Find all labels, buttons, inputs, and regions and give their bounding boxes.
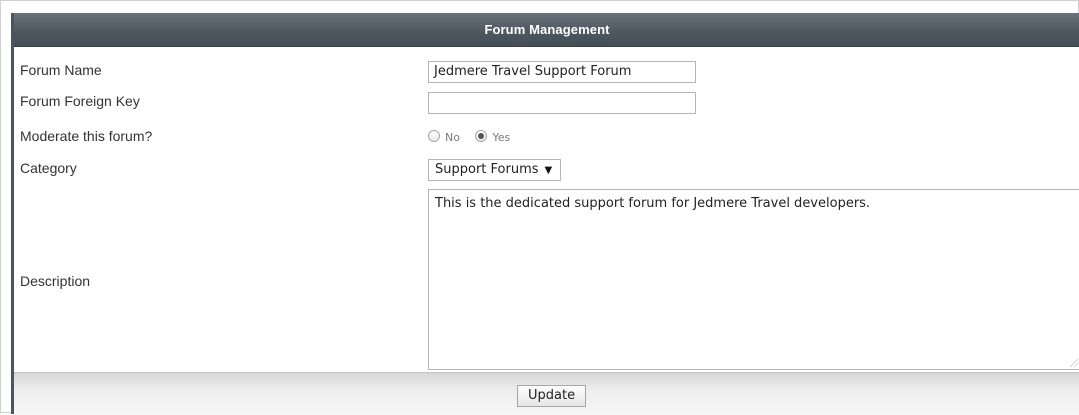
resize-grip-icon[interactable]	[1070, 359, 1078, 367]
forum-name-input[interactable]: Jedmere Travel Support Forum	[428, 61, 696, 83]
panel-header: Forum Management	[14, 13, 1079, 47]
moderate-no-label: No	[445, 131, 460, 144]
chevron-down-icon: ▼	[544, 165, 553, 176]
forum-management-panel-frame: Forum Management Forum Name Jedmere Trav…	[0, 0, 1079, 415]
moderate-no-radio[interactable]	[428, 129, 440, 142]
update-button[interactable]: Update	[517, 385, 587, 407]
foreign-key-label: Forum Foreign Key	[20, 93, 140, 109]
panel-footer: Update	[14, 372, 1079, 415]
description-label: Description	[20, 273, 91, 289]
moderate-yes-label: Yes	[492, 131, 511, 144]
description-text: This is the dedicated support forum for …	[435, 196, 871, 211]
description-textarea[interactable]: This is the dedicated support forum for …	[428, 189, 1079, 370]
moderate-label: Moderate this forum?	[20, 128, 153, 144]
foreign-key-input[interactable]	[428, 92, 696, 114]
category-label: Category	[20, 160, 77, 176]
category-select[interactable]: Support Forums ▼	[428, 159, 562, 181]
forum-name-label: Forum Name	[20, 62, 102, 78]
moderate-radio-group: No Yes	[428, 127, 522, 144]
moderate-yes-radio[interactable]	[475, 129, 488, 142]
forum-management-panel: Forum Management Forum Name Jedmere Trav…	[11, 13, 1079, 415]
category-selected-value: Support Forums	[435, 162, 539, 177]
